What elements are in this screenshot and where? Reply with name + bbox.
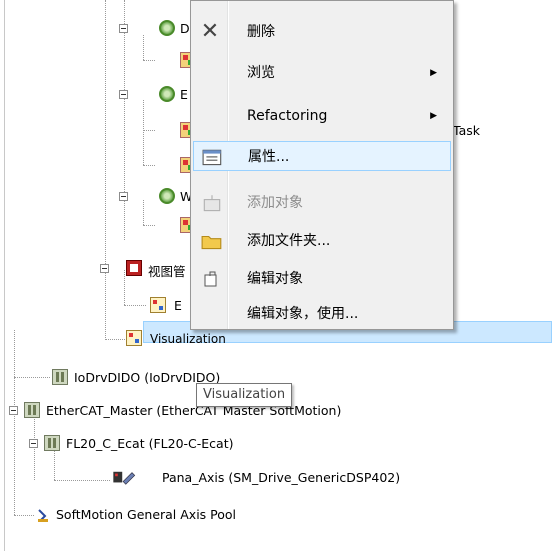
menu-item-properties[interactable]: 属性... [193, 141, 451, 171]
delete-x-icon: ✕ [200, 19, 220, 44]
tree-guide [143, 200, 144, 225]
collapse-toggle[interactable] [119, 90, 128, 99]
tree-guide [105, 0, 106, 340]
menu-item-add-object[interactable]: 添加对象 [193, 188, 451, 218]
tree-guide [14, 515, 34, 516]
add-object-icon [203, 195, 221, 212]
menu-item-browse[interactable]: 浏览 ▶ [193, 58, 451, 88]
menu-item-edit-object-with[interactable]: 编辑对象，使用... [193, 299, 451, 329]
collapse-toggle[interactable] [29, 439, 38, 448]
tree-item-ethercat-master[interactable]: EtherCAT_Master (EtherCAT Master SoftMot… [46, 403, 341, 418]
edit-object-icon [204, 271, 217, 287]
tree-item-vis-manager[interactable]: 视图管 [148, 261, 186, 280]
task-icon [159, 188, 175, 204]
device-icon [52, 369, 68, 385]
tree-guide [124, 305, 146, 306]
device-icon [24, 402, 40, 418]
menu-item-edit-object[interactable]: 编辑对象 [193, 264, 451, 294]
tree-guide [143, 225, 155, 226]
collapse-toggle[interactable] [100, 264, 109, 273]
menu-item-refactoring[interactable]: Refactoring ▶ [193, 101, 451, 131]
device-icon [44, 435, 60, 451]
tree-guide [143, 35, 144, 60]
tree-guide [143, 60, 155, 61]
tree-item-visualization[interactable]: Visualization [150, 332, 226, 346]
axis-drive-icon [113, 471, 136, 485]
collapse-toggle[interactable] [9, 406, 18, 415]
tree-item-vis-child[interactable]: E [174, 298, 182, 313]
tree-pane-border [4, 0, 5, 551]
axis-pool-icon [38, 509, 48, 522]
submenu-arrow-icon: ▶ [430, 111, 437, 121]
task-icon [159, 86, 175, 102]
task-icon [159, 20, 175, 36]
tree-guide [124, 0, 125, 240]
tooltip: Visualization [196, 383, 293, 407]
folder-icon [201, 235, 222, 250]
visualization-manager-icon [126, 260, 142, 276]
tree-guide [14, 377, 50, 378]
menu-item-add-folder[interactable]: 添加文件夹... [193, 226, 451, 256]
properties-icon [202, 149, 222, 166]
visualization-icon [126, 330, 142, 346]
menu-item-delete[interactable]: ✕ 删除 [193, 17, 451, 47]
context-menu: ✕ 删除 浏览 ▶ Refactoring ▶ 属性... 添加对象 添加文件夹… [190, 0, 454, 330]
tree-guide [143, 165, 155, 166]
tree-guide [124, 270, 125, 305]
tree-guide [143, 130, 155, 131]
tree-guide [105, 339, 127, 340]
tree-guide [14, 330, 15, 515]
tree-guide [54, 480, 110, 481]
task-suffix-text: Task [453, 123, 480, 138]
visualization-child-icon [150, 297, 166, 313]
tree-guide [143, 100, 144, 165]
collapse-toggle[interactable] [119, 24, 128, 33]
tree-item-fl20-c-ecat[interactable]: FL20_C_Ecat (FL20-C-Ecat) [66, 436, 234, 451]
tree-item-task-d[interactable]: D [180, 21, 190, 36]
collapse-toggle[interactable] [119, 192, 128, 201]
tree-item-pana-axis[interactable]: Pana_Axis (SM_Drive_GenericDSP402) [162, 470, 400, 485]
submenu-arrow-icon: ▶ [430, 68, 437, 78]
tree-item-task-e[interactable]: E [180, 87, 188, 102]
tree-item-axis-pool[interactable]: SoftMotion General Axis Pool [56, 507, 236, 522]
